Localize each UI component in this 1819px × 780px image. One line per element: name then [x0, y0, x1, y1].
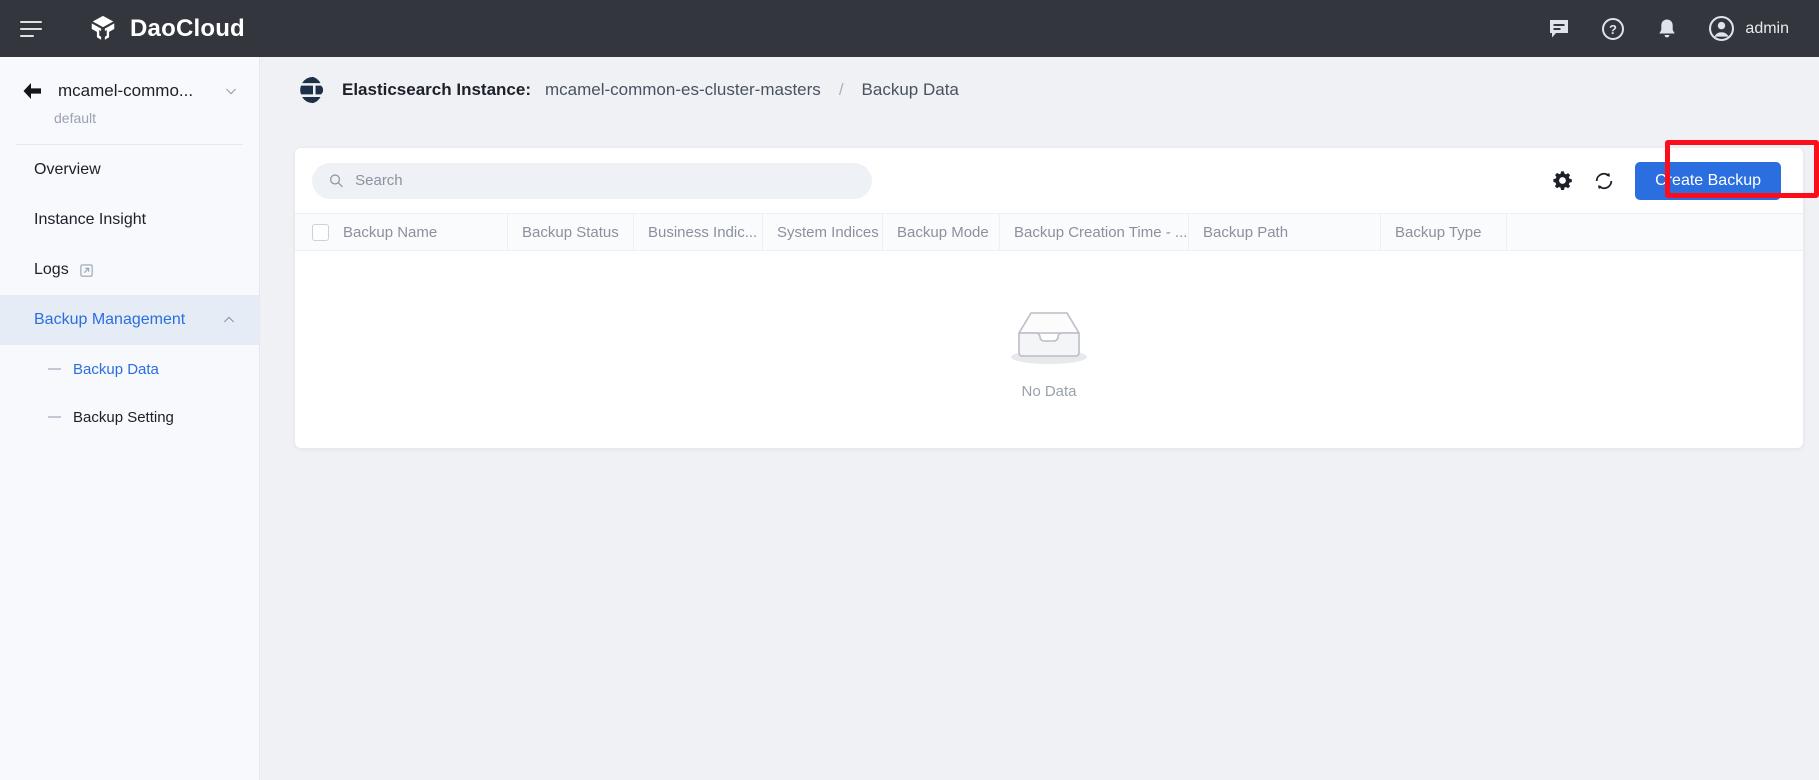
brand-logo-group[interactable]: DaoCloud — [88, 14, 245, 44]
chevron-up-icon[interactable] — [221, 312, 237, 328]
breadcrumb-current: Backup Data — [862, 80, 959, 100]
sidebar-item-label: Overview — [34, 161, 101, 179]
list-dash-icon — [48, 416, 61, 418]
sidebar-group-backup-management[interactable]: Backup Management — [0, 295, 259, 345]
sidebar-subitem-label: Backup Data — [73, 361, 159, 378]
sidebar-item-logs[interactable]: Logs — [0, 245, 259, 295]
gear-glyph — [1552, 170, 1573, 191]
topbar-actions: ? admin — [1546, 15, 1789, 42]
chevron-down-icon[interactable] — [223, 83, 239, 99]
search-input[interactable] — [355, 172, 856, 189]
breadcrumb-instance[interactable]: mcamel-common-es-cluster-masters — [545, 80, 821, 100]
table-header-cell-backup-path: Backup Path — [1189, 214, 1381, 250]
column-label: Business Indic... — [648, 224, 757, 241]
user-name: admin — [1745, 20, 1789, 38]
table-header-cell-backup-mode: Backup Mode — [883, 214, 1000, 250]
refresh-icon[interactable] — [1593, 170, 1615, 192]
column-label: Backup Status — [522, 224, 619, 241]
help-glyph: ? — [1601, 17, 1625, 41]
chat-glyph — [1547, 17, 1571, 41]
sidebar: mcamel-commo... default Overview Instanc… — [0, 57, 260, 780]
back-arrow-icon[interactable] — [20, 79, 44, 103]
column-label: Backup Type — [1395, 224, 1481, 241]
search-icon — [328, 172, 344, 189]
sidebar-item-label: Logs — [34, 261, 69, 279]
breadcrumb-separator: / — [839, 80, 844, 100]
breadcrumb-label: Elasticsearch Instance: — [342, 80, 531, 100]
empty-state-text: No Data — [1021, 383, 1076, 400]
column-label: Backup Mode — [897, 224, 989, 241]
table-header-cell-backup-name: Backup Name — [295, 214, 508, 250]
project-selector[interactable]: mcamel-commo... — [0, 79, 259, 103]
column-label: System Indices — [777, 224, 879, 241]
table-header-cell-system-indices: System Indices — [763, 214, 883, 250]
sidebar-item-backup-setting[interactable]: Backup Setting — [0, 393, 259, 441]
column-label: Backup Creation Time - ... — [1014, 224, 1187, 241]
elasticsearch-icon — [298, 75, 328, 105]
bell-glyph — [1655, 17, 1679, 41]
top-navigation-bar: DaoCloud ? — [0, 0, 1819, 57]
backup-data-card: Create Backup Backup Name Backup Status … — [295, 148, 1803, 448]
chat-icon[interactable] — [1546, 16, 1572, 42]
gear-icon[interactable] — [1551, 170, 1573, 192]
table-header-row: Backup Name Backup Status Business Indic… — [295, 213, 1803, 251]
table-header-cell-backup-creation-time[interactable]: Backup Creation Time - ... — [1000, 214, 1189, 250]
search-box[interactable] — [312, 163, 872, 199]
hamburger-line — [20, 21, 42, 23]
project-namespace: default — [0, 110, 259, 126]
column-label: Backup Name — [343, 224, 437, 241]
sidebar-item-label: Instance Insight — [34, 211, 146, 229]
sidebar-item-instance-insight[interactable]: Instance Insight — [0, 195, 259, 245]
sidebar-group-label: Backup Management — [34, 311, 185, 329]
table-header-cell-business-indices: Business Indic... — [634, 214, 763, 250]
svg-text:?: ? — [1609, 22, 1617, 37]
sidebar-item-backup-data[interactable]: Backup Data — [0, 345, 259, 393]
sidebar-subitem-label: Backup Setting — [73, 409, 174, 426]
refresh-glyph — [1593, 170, 1615, 192]
notifications-icon[interactable] — [1654, 16, 1680, 42]
hamburger-line — [20, 28, 42, 30]
select-all-checkbox[interactable] — [312, 224, 329, 241]
external-link-icon — [79, 263, 94, 278]
list-dash-icon — [48, 368, 61, 370]
hamburger-line — [20, 35, 34, 37]
table-header-cell-actions — [1507, 214, 1803, 250]
hamburger-menu-icon[interactable] — [20, 14, 50, 44]
card-action-group: Create Backup — [1551, 162, 1781, 200]
create-backup-button[interactable]: Create Backup — [1635, 162, 1781, 200]
card-toolbar: Create Backup — [295, 148, 1803, 213]
empty-inbox-icon — [1004, 299, 1094, 371]
sidebar-item-overview[interactable]: Overview — [0, 145, 259, 195]
user-menu[interactable]: admin — [1708, 15, 1789, 42]
daocloud-cube-icon — [88, 14, 118, 44]
table-empty-state: No Data — [295, 251, 1803, 447]
brand-name: DaoCloud — [130, 15, 245, 43]
help-icon[interactable]: ? — [1600, 16, 1626, 42]
column-label: Backup Path — [1203, 224, 1288, 241]
table-header-cell-backup-type: Backup Type — [1381, 214, 1507, 250]
breadcrumb: Elasticsearch Instance: mcamel-common-es… — [260, 57, 1819, 123]
avatar-icon — [1708, 15, 1735, 42]
table-header-cell-backup-status: Backup Status — [508, 214, 634, 250]
sidebar-header: mcamel-commo... default — [0, 57, 259, 145]
project-name: mcamel-commo... — [58, 81, 209, 101]
